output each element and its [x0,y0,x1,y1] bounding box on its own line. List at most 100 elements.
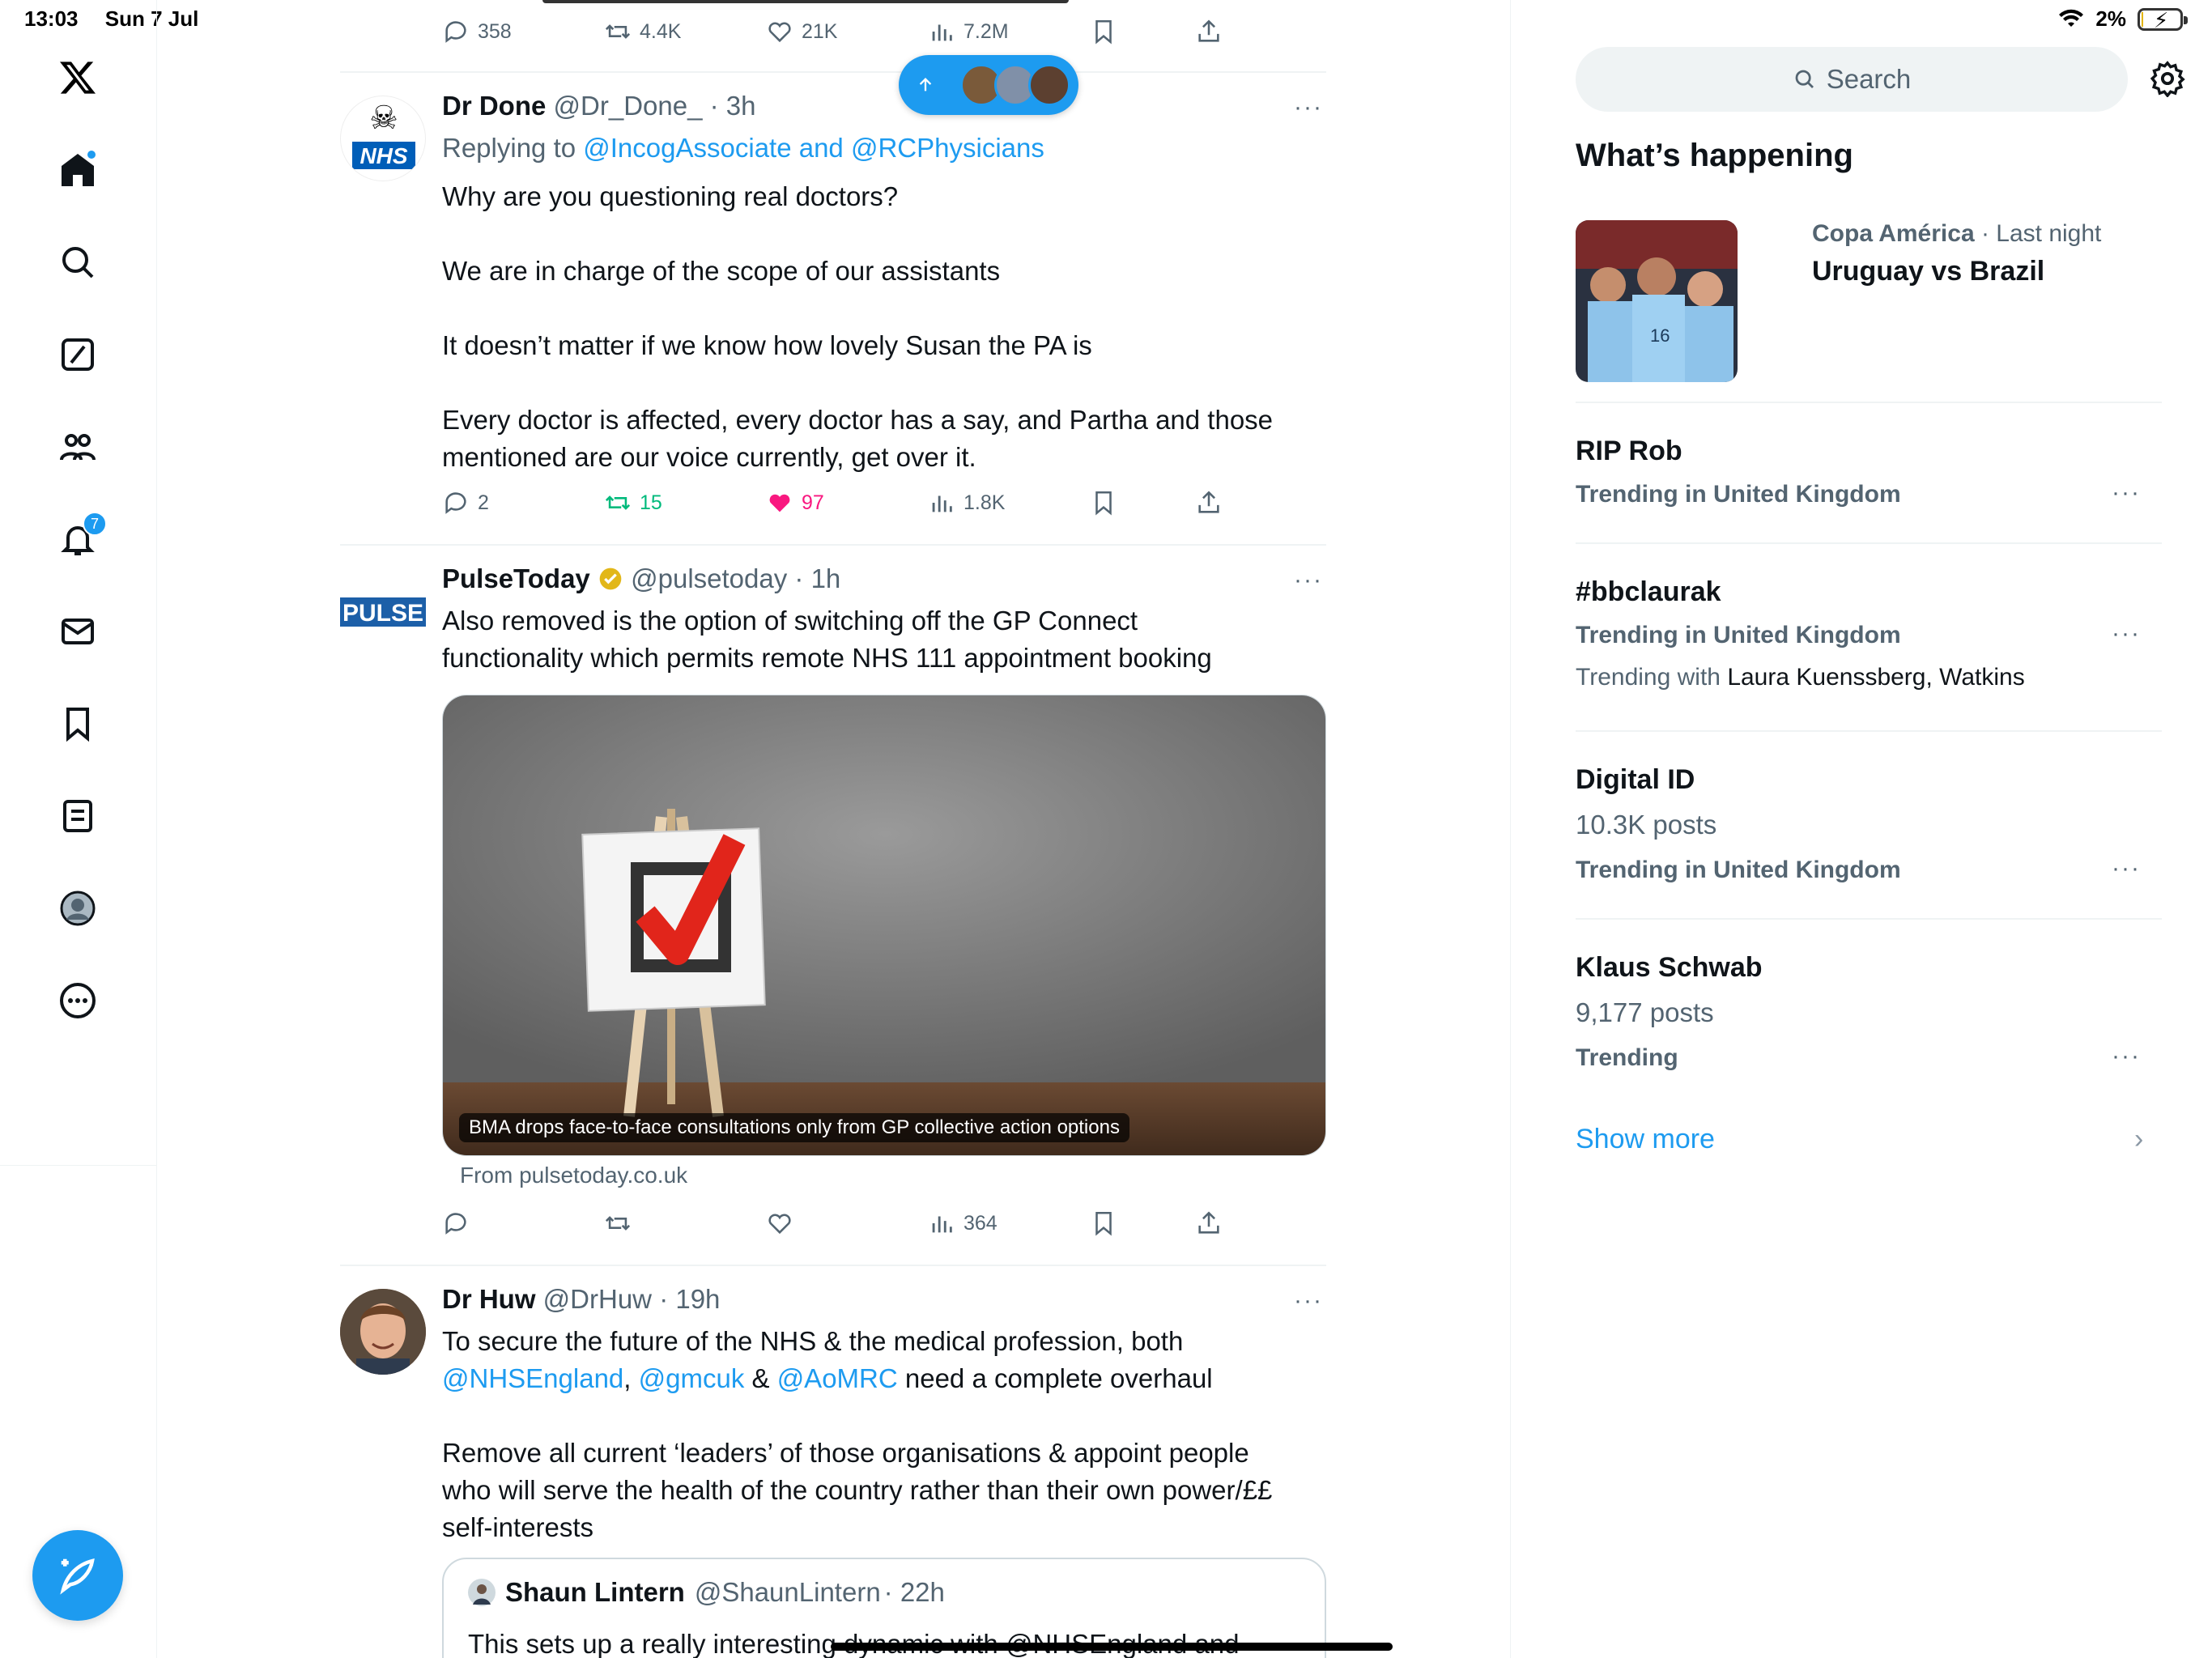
mention-gmcuk[interactable]: @gmcuk [639,1363,745,1393]
grok-icon[interactable] [53,330,102,379]
settings-gear-icon[interactable] [2149,60,2186,97]
retweet-button[interactable]: 15 [604,489,662,517]
heart-filled-icon [769,494,790,512]
author-name[interactable]: Dr Done [442,91,546,121]
avatar[interactable]: ☠ NHS [340,96,426,181]
compose-icon [60,1558,95,1595]
search-input[interactable]: Search [1576,47,2128,112]
replying-mentions[interactable]: @IncogAssociate and @RCPhysicians [583,133,1044,163]
chevron-right-icon[interactable]: › [2134,1124,2143,1155]
avatar-logo-text: NHS [359,143,407,168]
x-logo-icon[interactable] [53,53,102,102]
avatar[interactable]: PULSE [340,568,426,654]
featured-trend-meta: Copa América · Last night [1812,220,2101,248]
trend-name[interactable]: Klaus Schwab [1576,952,1763,984]
author-name[interactable]: PulseToday [442,563,590,593]
trend-name[interactable]: Digital ID [1576,764,1695,796]
tweet-time[interactable]: · 1h [794,563,840,593]
timeline[interactable]: 358 4.4K 21K 7.2M ☠ NHS Dr Done @Dr_Done… [157,0,1511,1658]
trend-more-button[interactable]: ··· [2112,855,2141,882]
featured-trend-image[interactable]: 16 [1576,220,1738,382]
tweet-text-line1: To secure the future of the NHS & the me… [442,1326,1184,1356]
tweet-time[interactable]: · 3h [710,91,756,121]
avatar-logo-text: PULSE [342,600,423,627]
compose-button[interactable] [32,1530,123,1621]
share-button[interactable] [1195,1209,1223,1237]
tweet-pulsetoday[interactable]: PULSE PulseToday @pulsetoday · 1h ··· Al… [340,562,1326,1258]
like-button[interactable]: 21K [766,18,837,45]
like-button[interactable] [766,1209,793,1237]
new-posts-pill[interactable] [899,55,1078,115]
retweet-icon [605,495,631,510]
bookmark-icon [1095,1211,1112,1236]
retweet-button[interactable]: 4.4K [604,18,681,45]
profile-icon[interactable] [53,884,102,933]
bookmark-icon [1095,491,1112,516]
bookmark-button[interactable] [1090,489,1117,517]
tweet-more-button[interactable]: ··· [1294,567,1326,593]
tweet-dr-huw[interactable]: Dr Huw @DrHuw · 19h ··· To secure the fu… [340,1282,1326,1658]
tweet-divider [340,1265,1326,1266]
share-button[interactable] [1195,18,1223,45]
reply-button[interactable]: 2 [442,489,489,517]
verified-badge-icon [599,568,622,590]
card-source[interactable]: From pulsetoday.co.uk [460,1163,687,1188]
show-more-link[interactable]: Show more [1576,1124,1715,1155]
more-icon[interactable] [53,976,102,1025]
communities-icon[interactable] [53,423,102,471]
trend-name[interactable]: RIP Rob [1576,436,1682,467]
reply-count: 358 [478,19,512,43]
views-button[interactable]: 7.2M [928,18,1009,45]
views-button[interactable]: 1.8K [928,489,1005,517]
bookmark-button[interactable] [1090,18,1117,45]
reply-icon [445,492,466,514]
trend-more-button[interactable]: ··· [2112,620,2141,648]
home-unread-dot [86,149,97,160]
share-button[interactable] [1195,489,1223,517]
author-handle[interactable]: @DrHuw [543,1284,652,1314]
views-button[interactable]: 364 [928,1209,998,1237]
replying-label: Replying to [442,133,584,163]
views-icon [932,24,952,41]
messages-icon[interactable] [53,607,102,656]
bookmarks-icon[interactable] [53,699,102,748]
pill-avatar [1028,64,1070,106]
like-count: 21K [802,19,838,43]
trend-divider [1576,542,2162,544]
notifications-icon[interactable]: 7 [53,512,107,563]
tweet-divider [340,71,1326,73]
left-navigation: 7 [0,0,157,1166]
quote-avatar [468,1579,496,1606]
home-indicator[interactable] [831,1643,1393,1651]
lists-icon[interactable] [53,792,102,840]
tweet-more-button[interactable]: ··· [1294,94,1326,121]
trend-name[interactable]: #bbclaurak [1576,576,1721,608]
link-card-image[interactable]: BMA drops face-to-face consultations onl… [442,695,1326,1156]
views-count: 7.2M [963,19,1009,43]
mention-nhsengland[interactable]: @NHSEngland [442,1363,623,1393]
tweet-dr-done[interactable]: ☠ NHS Dr Done @Dr_Done_ · 3h ··· Replyin… [340,89,1326,542]
avatar[interactable] [340,1289,426,1375]
home-icon[interactable] [53,146,102,194]
mention-aomrc[interactable]: @AoMRC [777,1363,898,1393]
author-handle[interactable]: @Dr_Done_ [554,91,703,121]
retweet-button[interactable] [604,1209,632,1237]
search-icon[interactable] [53,238,102,287]
trend-more-button[interactable]: ··· [2112,479,2141,507]
bookmark-button[interactable] [1090,1209,1117,1237]
tweet-time[interactable]: · 19h [659,1284,720,1314]
tweet-text-para2: Remove all current ‘leaders’ of those or… [442,1438,1273,1542]
reply-button[interactable]: 358 [442,18,512,45]
reply-button[interactable] [442,1209,470,1237]
quote-author-handle: @ShaunLintern [694,1577,881,1607]
tweet-more-button[interactable]: ··· [1294,1287,1326,1314]
like-button[interactable]: 97 [766,489,824,517]
quote-time: · 22h [883,1577,945,1607]
featured-when: · Last night [1974,220,2102,247]
retweet-count: 15 [640,491,662,514]
trend-more-button[interactable]: ··· [2112,1043,2141,1070]
author-name[interactable]: Dr Huw [442,1284,536,1314]
featured-trend-title[interactable]: Uruguay vs Brazil [1812,256,2044,287]
author-handle[interactable]: @pulsetoday [631,563,787,593]
trend-posts: 9,177 posts [1576,997,1714,1027]
